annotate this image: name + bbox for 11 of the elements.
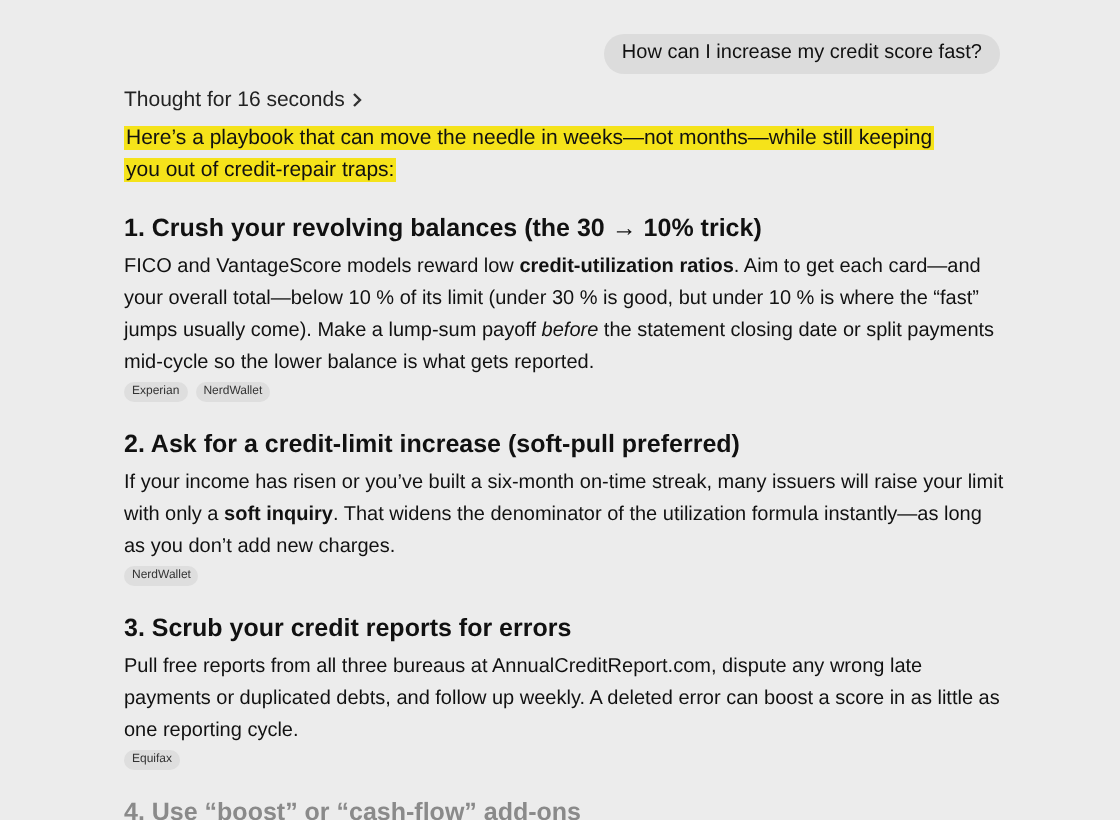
chevron-icon bbox=[350, 92, 365, 108]
section-paragraph: Pull free reports from all three bureaus at AnnualCreditReport.com, dispute any wrong late payments or duplicated debts, and follow up weekly. A deleted error can boost a score in as little as one reporting cycle. bbox=[124, 654, 1002, 746]
section-heading: 3. Scrub your credit reports for errors bbox=[124, 612, 574, 646]
section-heading: 4. Use “boost” or “cash-flow” add-ons bbox=[124, 796, 583, 820]
section-paragraph: FICO and VantageScore models reward low credit-utilization ratios. Aim to get each card—and your overall total—below 10 % of its limit (under 30 % is good, but under 10 % is where the “fast” jumps usually come). Make a lump-sum payoff before the statement closing date or split payments mid-cycle so the lower balance is what gets reported. bbox=[124, 254, 997, 378]
user-message-bubble: How can I increase my credit score fast? bbox=[603, 34, 1000, 74]
section-heading: 1. Crush your revolving balances (the 30 → 10% trick) bbox=[124, 212, 764, 246]
section-heading: 2. Ask for a credit-limit increase (soft-pull preferred) bbox=[124, 428, 742, 462]
section-paragraph: If your income has risen or you’ve built a six-month on-time streak, many issuers will raise your limit with only a soft inquiry. That widens the denominator of the utilization formula instantly—as long as you don’t add new charges. bbox=[124, 470, 1004, 562]
thought-toggle[interactable]: Thought for 16 seconds bbox=[124, 86, 365, 114]
intro-paragraph: Here’s a playbook that can move the needle in weeks—not months—while still keeping you out of credit-repair traps: bbox=[124, 124, 937, 186]
